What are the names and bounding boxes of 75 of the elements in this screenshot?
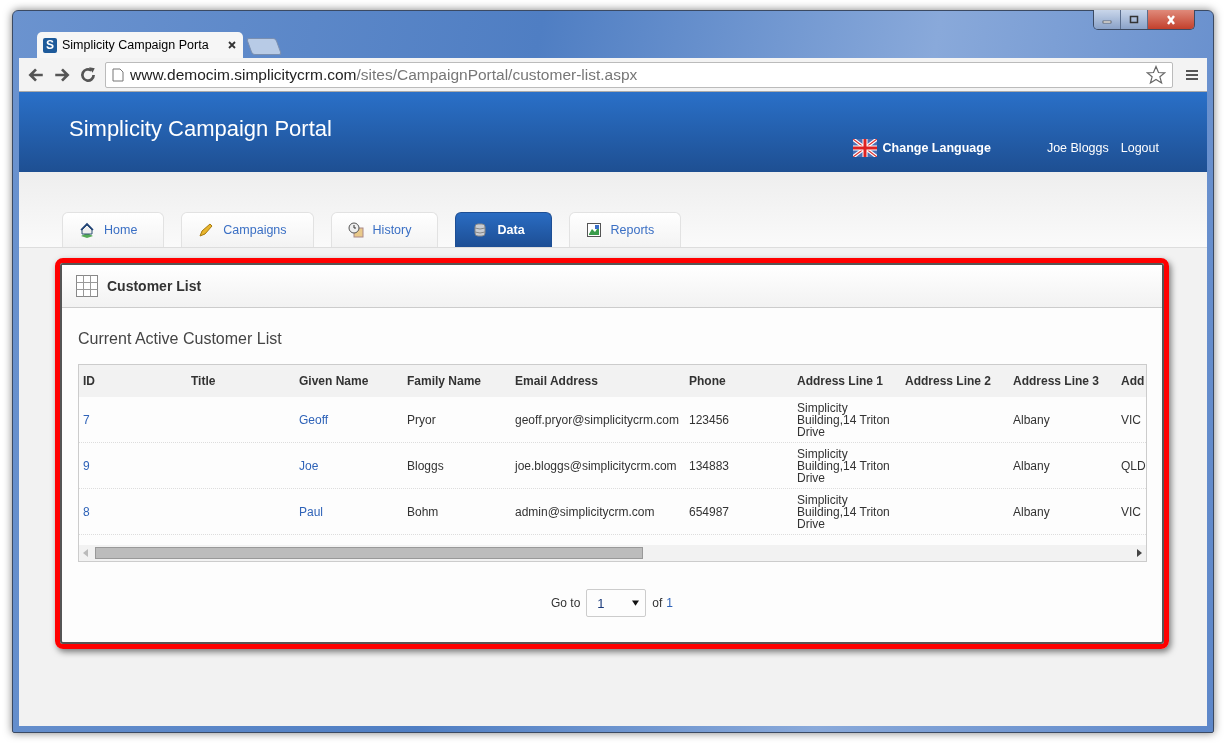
table-cell: QLD (1121, 459, 1146, 472)
page-of-label: of (652, 596, 663, 610)
change-language-link[interactable]: Change Language (882, 141, 991, 155)
table-link[interactable]: Joe (299, 459, 319, 472)
table-link[interactable]: 8 (83, 505, 90, 518)
table-link[interactable]: 9 (83, 459, 90, 472)
table-link[interactable]: Paul (299, 505, 324, 518)
nav-tab[interactable]: Campaigns (181, 212, 314, 247)
close-icon (1165, 14, 1177, 25)
minimize-button[interactable] (1094, 10, 1121, 29)
horizontal-scrollbar[interactable] (79, 545, 1146, 561)
url-text: www.democim.simplicitycrm.com/sites/CampaignPortal/customer-list.aspx (130, 65, 639, 84)
table-cell: Bohm (407, 505, 439, 518)
table-cell: 123456 (689, 413, 730, 426)
table-cell: VIC (1121, 413, 1141, 426)
table-cell: Pryor (407, 413, 436, 426)
column-header[interactable]: ID (79, 365, 187, 397)
table-cell-text: Simplicity Building,14 Triton Drive (797, 401, 891, 438)
close-icon[interactable] (227, 40, 237, 50)
address-bar[interactable]: www.democim.simplicitycrm.com/sites/CampaignPortal/customer-list.aspx (105, 61, 1173, 88)
logout-link[interactable]: Logout (1120, 141, 1159, 155)
column-header[interactable]: Add (1117, 365, 1146, 397)
grid-icon (76, 275, 98, 297)
column-header[interactable]: Given Name (295, 365, 403, 397)
site-favicon-icon: S (43, 37, 57, 53)
column-header[interactable]: Address Line 3 (1009, 365, 1117, 397)
column-header[interactable]: Address Line 1 (793, 365, 901, 397)
maximize-icon (1128, 14, 1140, 25)
table-cell: admin@simplicitycrm.com (515, 505, 655, 518)
close-button[interactable] (1148, 10, 1194, 29)
database-icon (472, 222, 489, 238)
maximize-button[interactable] (1121, 10, 1148, 29)
table-cell-text: Simplicity Building,14 Triton Drive (797, 493, 891, 530)
star-icon[interactable] (1146, 64, 1166, 85)
page-icon (112, 67, 124, 82)
table-cell: Bloggs (407, 459, 444, 472)
table-cell: 134883 (689, 459, 730, 472)
menu-icon[interactable] (1185, 68, 1199, 81)
goto-label: Go to (550, 596, 581, 610)
clock-icon (347, 222, 364, 238)
table-cell: Albany (1013, 459, 1050, 472)
browser-tab[interactable]: S Simplicity Campaign Porta (37, 32, 243, 58)
pencil-icon (198, 222, 215, 238)
column-header[interactable]: Family Name (403, 365, 511, 397)
reload-icon[interactable] (79, 65, 97, 84)
table-link[interactable]: Geoff (299, 413, 329, 426)
column-header[interactable]: Email Address (511, 365, 685, 397)
site-title: Simplicity Campaign Portal (69, 116, 332, 142)
column-header[interactable]: Title (187, 365, 295, 397)
scrollbar-thumb[interactable] (95, 547, 643, 559)
nav-tab[interactable]: Data (455, 212, 552, 247)
house-icon (79, 222, 95, 238)
column-header[interactable]: Address Line 2 (901, 365, 1009, 397)
flag-icon[interactable] (852, 139, 877, 157)
table-cell: Albany (1013, 505, 1050, 518)
scroll-right-icon[interactable] (1136, 549, 1142, 557)
table-cell: joe.bloggs@simplicitycrm.com (515, 459, 677, 472)
table-cell: 654987 (689, 505, 730, 518)
panel-title: Customer List (107, 278, 202, 294)
table-cell: Albany (1013, 413, 1050, 426)
table-cell: VIC (1121, 505, 1141, 518)
nav-tab[interactable]: Home (62, 212, 165, 247)
table-cell: geoff.pryor@simplicitycrm.com (515, 413, 679, 426)
table-cell-text: Simplicity Building,14 Triton Drive (797, 447, 891, 484)
chart-icon (585, 222, 602, 238)
list-heading: Current Active Customer List (78, 330, 283, 348)
column-header[interactable]: Phone (685, 365, 793, 397)
caret-icon (632, 600, 640, 606)
user-name-link[interactable]: Joe Bloggs (1046, 141, 1109, 155)
table-link[interactable]: 7 (83, 413, 90, 426)
nav-tab[interactable]: History (330, 212, 439, 247)
page-count-link[interactable]: 1 (666, 596, 674, 610)
tab-title: Simplicity Campaign Porta (62, 38, 210, 52)
nav-tab[interactable]: Reports (568, 212, 682, 247)
page-select[interactable]: 1 (586, 589, 647, 617)
